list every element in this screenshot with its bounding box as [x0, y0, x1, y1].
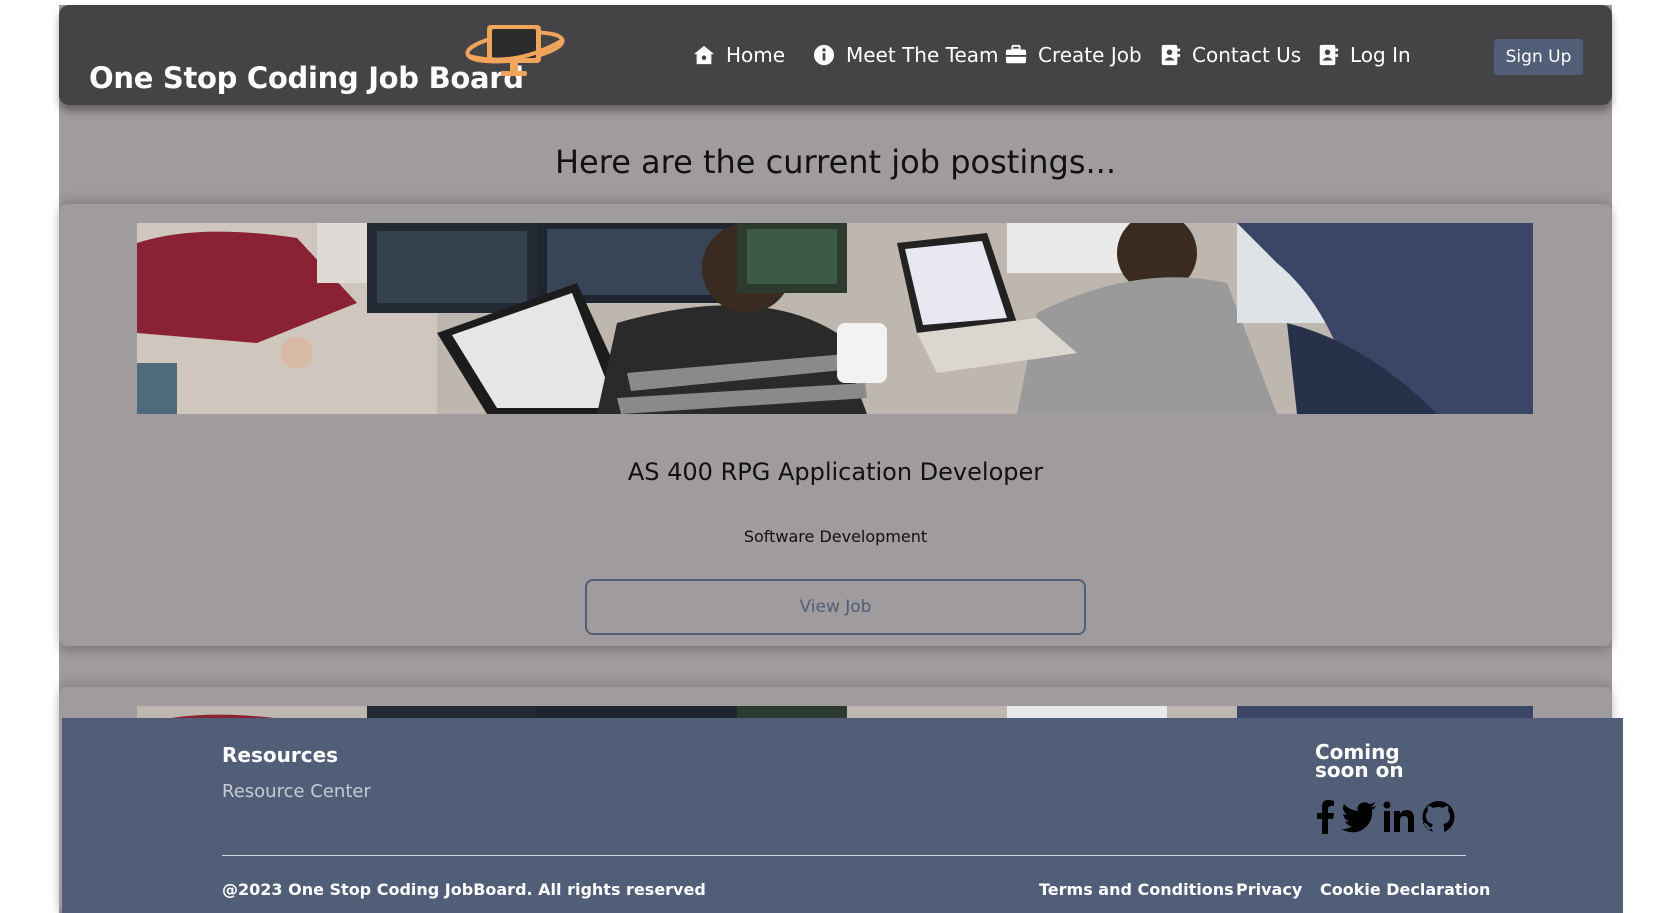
nav-home-label: Home — [726, 43, 786, 67]
info-icon — [813, 44, 835, 66]
footer: Resources Resource Center Coming soon on… — [62, 718, 1623, 913]
nav-meet-the-team-label: Meet The Team — [846, 43, 999, 67]
coming-soon-label: Coming soon on — [1315, 740, 1404, 782]
copyright-text: @2023 One Stop Coding JobBoard. All righ… — [222, 880, 706, 899]
nav-log-in-label: Log In — [1350, 43, 1411, 67]
cookie-declaration-link[interactable]: Cookie Declaration — [1320, 880, 1490, 899]
sign-up-button[interactable]: Sign Up — [1494, 39, 1583, 75]
page-heading: Here are the current job postings... — [554, 143, 1116, 181]
nav-meet-the-team[interactable]: Meet The Team — [813, 43, 998, 67]
contact-book-icon — [1161, 44, 1181, 66]
footer-resources-title: Resources — [222, 743, 339, 767]
brand-title[interactable]: One Stop Coding Job Board — [89, 61, 524, 95]
nav-contact-us[interactable]: Contact Us — [1159, 43, 1301, 67]
nav-create-job-label: Create Job — [1038, 43, 1142, 67]
facebook-icon[interactable] — [1315, 800, 1335, 834]
twitter-icon[interactable] — [1341, 800, 1377, 834]
job-banner-image — [137, 223, 1533, 414]
resource-center-link[interactable]: Resource Center — [222, 781, 371, 802]
nav-log-in[interactable]: Log In — [1317, 43, 1411, 67]
login-icon — [1319, 44, 1339, 66]
linkedin-icon[interactable] — [1383, 800, 1415, 834]
job-card: AS 400 RPG Application Developer Softwar… — [59, 204, 1612, 646]
social-links — [1315, 800, 1461, 834]
nav-contact-us-label: Contact Us — [1192, 43, 1302, 67]
job-title: AS 400 RPG Application Developer — [627, 458, 1044, 486]
view-job-button[interactable]: View Job — [585, 579, 1086, 635]
home-icon — [693, 45, 715, 65]
nav-home[interactable]: Home — [693, 43, 785, 67]
navbar: One Stop Coding Job Board Home Meet The … — [59, 5, 1612, 105]
monitor-logo-icon[interactable] — [465, 22, 569, 84]
terms-link[interactable]: Terms and Conditions — [1039, 880, 1234, 899]
nav-create-job[interactable]: Create Job — [1005, 43, 1142, 67]
privacy-link[interactable]: Privacy — [1236, 880, 1302, 899]
job-category: Software Development — [743, 527, 928, 546]
briefcase-icon — [1005, 44, 1027, 64]
footer-divider — [222, 855, 1466, 856]
github-icon[interactable] — [1421, 800, 1455, 834]
